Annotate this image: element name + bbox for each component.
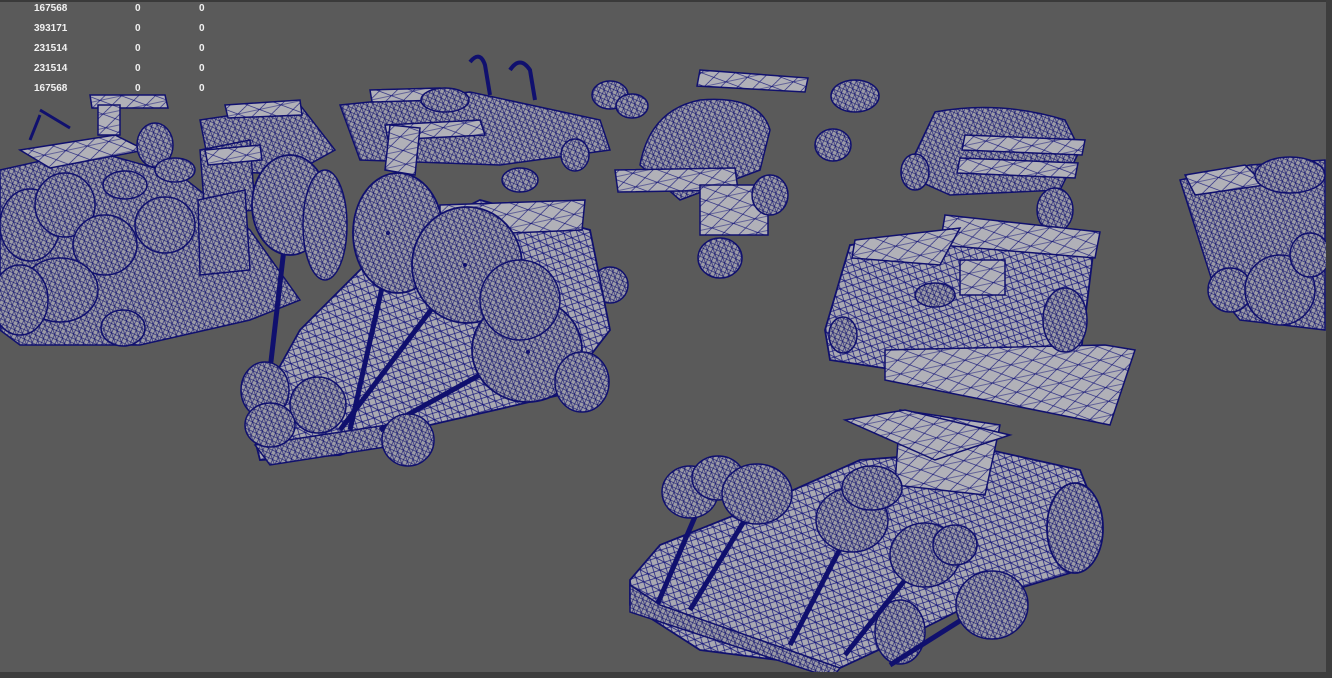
hud-value: 0 — [135, 23, 141, 34]
scene-canvas[interactable] — [0, 0, 1332, 678]
hud-value: 231514 — [34, 43, 68, 54]
kart-back-centre[interactable] — [338, 54, 649, 193]
3d-viewport[interactable]: 167568 0 0 393171 0 0 231514 0 0 231514 … — [0, 0, 1332, 678]
hud-value: 231514 — [34, 63, 68, 74]
hud-value: 393171 — [34, 23, 68, 34]
viewport-top-border — [0, 0, 1332, 2]
hud-value: 0 — [135, 43, 141, 54]
hud-value: 0 — [135, 3, 141, 14]
viewport-bottom-border — [0, 672, 1332, 678]
kart-far-right[interactable] — [1179, 156, 1331, 331]
hud-value: 0 — [199, 23, 205, 34]
hud-value: 0 — [199, 63, 205, 74]
kart-middle-right[interactable] — [824, 106, 1136, 426]
hud-value: 0 — [199, 83, 205, 94]
kart-lollipop-centre[interactable] — [240, 154, 611, 467]
hud-value: 0 — [199, 3, 205, 14]
hud-value: 0 — [135, 63, 141, 74]
hud-value: 167568 — [34, 3, 68, 14]
kart-lollipop-front[interactable] — [629, 409, 1104, 678]
hud-value: 0 — [199, 43, 205, 54]
hud-value: 0 — [135, 83, 141, 94]
viewport-right-border — [1326, 0, 1332, 678]
hud-value: 167568 — [34, 83, 68, 94]
